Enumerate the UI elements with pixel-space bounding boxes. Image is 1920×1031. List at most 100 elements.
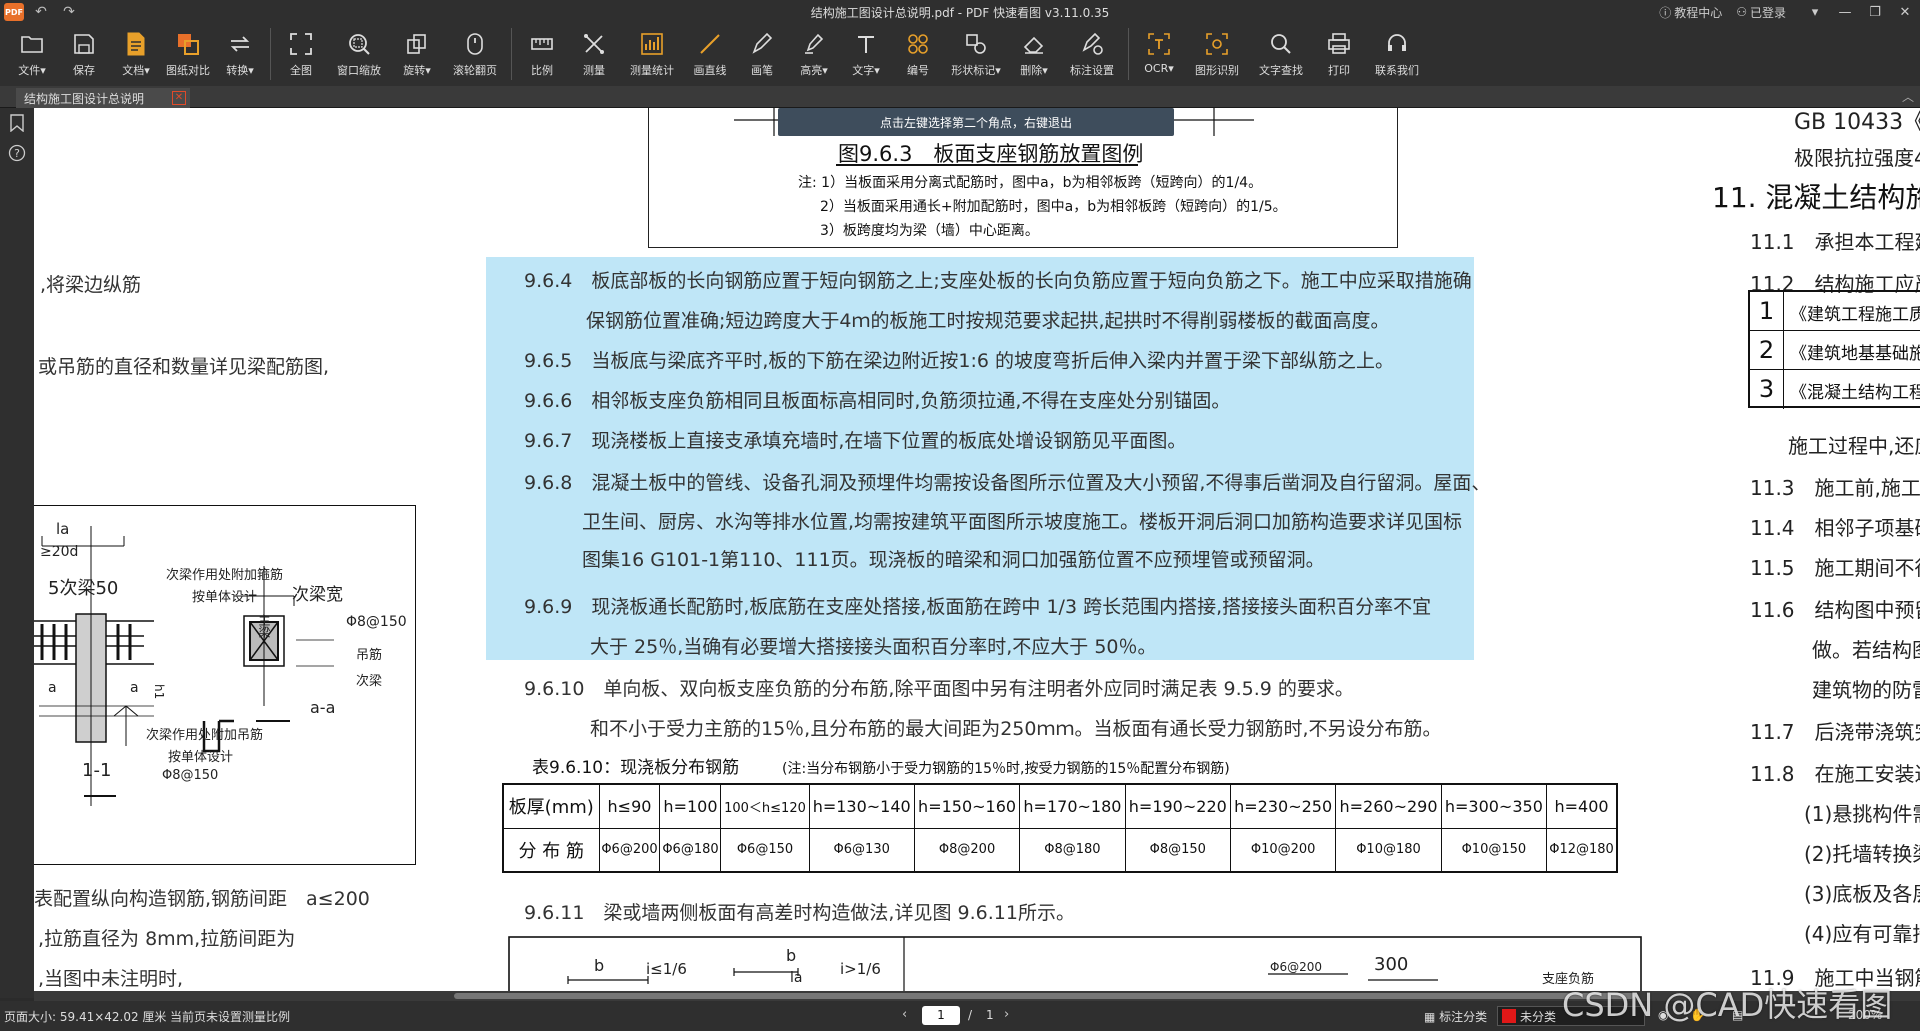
measure-stats-label: 测量统计 bbox=[630, 64, 674, 77]
toolbar-separator bbox=[511, 28, 512, 80]
zoom-window-icon bbox=[345, 30, 373, 58]
file-menu-button[interactable]: 文件▾ bbox=[6, 24, 58, 82]
pen-icon bbox=[748, 30, 776, 58]
wheel-page-button[interactable]: 滚轮翻页 bbox=[443, 24, 507, 82]
table-cell: Φ10@150 bbox=[1440, 827, 1548, 873]
draw-20d-label: ≥20d bbox=[40, 544, 79, 560]
table-cell: 100＜h≤120 bbox=[720, 783, 810, 829]
measure-icon bbox=[580, 30, 608, 58]
annotation-category-label: 标注分类 bbox=[1439, 1010, 1488, 1024]
category-color-swatch bbox=[1502, 1009, 1516, 1023]
document-menu-button[interactable]: 文档▾ bbox=[110, 24, 162, 82]
left-text-3: 表配置纵向构造钢筋,钢筋间距 a≤200 bbox=[34, 888, 370, 910]
title-right-controls: ⓘ 教程中心 ⚇ 已登录 ▾ — ❐ ✕ bbox=[1659, 0, 1920, 24]
right-gb-line: GB 10433《圆柱 bbox=[1794, 110, 1920, 135]
help-icon[interactable]: ? bbox=[0, 138, 34, 168]
tab-list-chevron-icon[interactable]: ︿ bbox=[1902, 88, 1914, 105]
annotation-settings-button[interactable]: 标注设置 bbox=[1060, 24, 1124, 82]
fit-all-button[interactable]: 全图 bbox=[275, 24, 327, 82]
para-9-6-10-line2: 和不小于受力主筋的15％,且分布筋的最大间距为250ｍｍ。当板面有通长受力钢筋时… bbox=[590, 718, 1442, 740]
para-9-6-8-line1: 9.6.8 混凝土板中的管线、设备孔洞及预埋件均需按设备图所示位置及大小预留,不… bbox=[524, 472, 1491, 494]
number-button[interactable]: 编号 bbox=[892, 24, 944, 82]
text-icon bbox=[852, 30, 880, 58]
scrollbar-thumb[interactable] bbox=[454, 993, 1634, 999]
ruler-icon bbox=[528, 30, 556, 58]
document-icon bbox=[122, 30, 150, 58]
next-page-icon[interactable]: › bbox=[1004, 1007, 1009, 1022]
highlight-menu-button[interactable]: 高亮▾ bbox=[788, 24, 840, 82]
ocr-menu-button[interactable]: OCR▾ bbox=[1133, 24, 1185, 82]
pdf-canvas[interactable]: 点击左键选择第二个角点，右键退出 图9.6.3 板面支座钢筋放置图例 注: 1）… bbox=[34, 108, 1920, 991]
right-strength-line: 极限抗拉强度400 bbox=[1794, 146, 1920, 170]
csdn-watermark: CSDN @CAD快速看图 bbox=[1562, 986, 1893, 1024]
delete-menu-label: 删除▾ bbox=[1020, 64, 1048, 77]
title-bar: PDF ↶ ↷ 结构施工图设计总说明.pdf - PDF 快速看图 v3.11.… bbox=[0, 0, 1920, 24]
text-menu-button[interactable]: 文字▾ bbox=[840, 24, 892, 82]
rotate-menu-button[interactable]: 旋转▾ bbox=[391, 24, 443, 82]
close-window-icon[interactable]: ✕ bbox=[1890, 0, 1920, 24]
distribution-rebar-table: 板厚(mm) h≤90 h=100 100＜h≤120 h=130~140 h=… bbox=[502, 783, 1618, 873]
bookmark-icon[interactable] bbox=[0, 108, 34, 138]
draw-line-button[interactable]: 画直线 bbox=[684, 24, 736, 82]
ref-text: 《混凝土结构工程施 bbox=[1790, 383, 1920, 403]
table-cell: Φ8@200 bbox=[913, 827, 1021, 873]
minimize-icon[interactable]: — bbox=[1830, 0, 1860, 24]
tutorial-center-link[interactable]: ⓘ 教程中心 bbox=[1659, 4, 1722, 21]
annotation-settings-label: 标注设置 bbox=[1070, 64, 1114, 77]
shape-recognition-button[interactable]: 图形识别 bbox=[1185, 24, 1249, 82]
right-item-text: (4)应有可靠措施 bbox=[1804, 922, 1920, 946]
draw-stirrup-note2: 按单体设计 bbox=[192, 590, 258, 605]
highlight-menu-label: 高亮▾ bbox=[800, 64, 828, 77]
right-item-text: (1)悬挑构件需待 bbox=[1804, 802, 1920, 826]
measure-stats-icon bbox=[638, 30, 666, 58]
menu-dropdown-icon[interactable]: ▾ bbox=[1800, 0, 1830, 24]
right-item-11-1: 11.1 承担本工程建筑结构 bbox=[1750, 230, 1920, 254]
table-cell: h=170~180 bbox=[1019, 783, 1126, 829]
highlighter-icon bbox=[800, 30, 828, 58]
window-zoom-button[interactable]: 窗口缩放 bbox=[327, 24, 391, 82]
measure-stats-button[interactable]: 测量统计 bbox=[620, 24, 684, 82]
save-label: 保存 bbox=[73, 64, 95, 77]
annotation-category-button[interactable]: ▦ 标注分类 bbox=[1424, 1008, 1487, 1025]
headset-icon bbox=[1383, 30, 1411, 58]
document-tab-label: 结构施工图设计总说明 bbox=[24, 91, 145, 106]
para-9-6-9-line2: 大于 25％,当确有必要增大搭接接头面积百分率时,不应大于 50％。 bbox=[590, 636, 1157, 658]
table-cell: 板厚(mm) bbox=[502, 783, 600, 829]
contact-us-button[interactable]: 联系我们 bbox=[1365, 24, 1429, 82]
window-title: 结构施工图设计总说明.pdf - PDF 快速看图 v3.11.0.35 bbox=[810, 5, 1110, 20]
shape-mark-menu-button[interactable]: 形状标记▾ bbox=[944, 24, 1008, 82]
app-window: PDF ↶ ↷ 结构施工图设计总说明.pdf - PDF 快速看图 v3.11.… bbox=[0, 0, 1920, 1031]
compare-button[interactable]: 图纸对比 bbox=[162, 24, 214, 82]
redo-icon[interactable]: ↷ bbox=[58, 1, 80, 23]
document-tab[interactable]: 结构施工图设计总说明 ✕ bbox=[16, 88, 190, 108]
undo-icon[interactable]: ↶ bbox=[30, 1, 52, 23]
delete-menu-button[interactable]: 删除▾ bbox=[1008, 24, 1060, 82]
pen-button[interactable]: 画笔 bbox=[736, 24, 788, 82]
table-cell: Φ6@130 bbox=[808, 827, 915, 873]
toolbar-separator bbox=[1128, 28, 1129, 80]
table-cell: h=260~290 bbox=[1335, 783, 1442, 829]
right-item-11-3: 11.3 施工前,施工单位应 bbox=[1750, 476, 1920, 500]
measure-hint-tooltip: 点击左键选择第二个角点，右键退出 bbox=[778, 108, 1174, 136]
document-menu-label: 文档▾ bbox=[122, 64, 150, 77]
login-status[interactable]: ⚇ 已登录 bbox=[1736, 4, 1786, 21]
para-9-6-4-line2: 保钢筋位置准确;短边跨度大于4ｍ的板施工时按规范要求起拱,起拱时不得削弱楼板的截… bbox=[586, 310, 1390, 332]
pen-label: 画笔 bbox=[751, 64, 773, 77]
ref-text: 《建筑地基基础施工 bbox=[1790, 344, 1920, 364]
app-logo-icon: PDF bbox=[4, 3, 24, 21]
prev-page-icon[interactable]: ‹ bbox=[902, 1007, 907, 1022]
user-icon: ⚇ bbox=[1736, 5, 1747, 19]
save-button[interactable]: 保存 bbox=[58, 24, 110, 82]
current-page-input[interactable]: 1 bbox=[922, 1006, 960, 1025]
ref-text: 《建筑工程施工质量验 bbox=[1790, 305, 1920, 325]
save-icon bbox=[70, 30, 98, 58]
restore-icon[interactable]: ❐ bbox=[1860, 0, 1890, 24]
tab-close-icon[interactable]: ✕ bbox=[172, 91, 186, 105]
measure-button[interactable]: 测量 bbox=[568, 24, 620, 82]
draw-hanger-note2: 按单体设计 bbox=[168, 750, 234, 765]
text-search-button[interactable]: 文字查找 bbox=[1249, 24, 1313, 82]
measure-scale-status[interactable]: 当前页未设置测量比例 bbox=[170, 1008, 290, 1025]
print-button[interactable]: 打印 bbox=[1313, 24, 1365, 82]
convert-menu-button[interactable]: 转换▾ bbox=[214, 24, 266, 82]
scale-button[interactable]: 比例 bbox=[516, 24, 568, 82]
